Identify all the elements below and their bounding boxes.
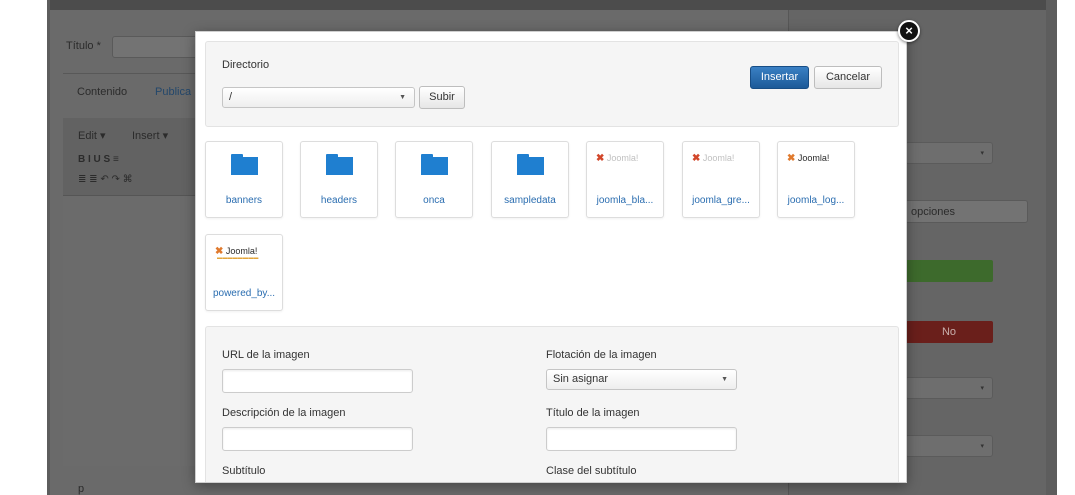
file-name: joomla_gre... bbox=[692, 195, 750, 206]
file-name: banners bbox=[225, 195, 263, 206]
image-tile-joomla-black[interactable]: ✖ Joomla! joomla_bla... bbox=[586, 141, 664, 218]
float-label: Flotación de la imagen bbox=[546, 349, 657, 361]
powered-by-strip: ▬▬▬▬▬▬▬▬ bbox=[217, 255, 259, 261]
background-title-input bbox=[112, 36, 202, 58]
background-list-tools: ≣ ≣ ↶ ↷ ⌘ bbox=[78, 174, 133, 185]
background-caret-icon: ▾ bbox=[980, 150, 984, 157]
file-name: sampledata bbox=[504, 195, 556, 206]
caption-label: Subtítulo bbox=[222, 465, 266, 477]
file-name: onca bbox=[423, 195, 445, 206]
image-tile-joomla-logo[interactable]: ✖ Joomla! joomla_log... bbox=[777, 141, 855, 218]
background-caret-icon: ▾ bbox=[980, 385, 984, 392]
background-title-label: Título * bbox=[66, 40, 101, 52]
close-icon[interactable]: × bbox=[898, 20, 920, 42]
description-label: Descripción de la imagen bbox=[222, 407, 346, 419]
description-input[interactable] bbox=[222, 427, 413, 451]
background-menu-edit: Edit ▾ bbox=[78, 130, 106, 142]
insert-button[interactable]: Insertar bbox=[750, 66, 809, 89]
directory-select-value: / bbox=[229, 91, 233, 103]
directory-select[interactable]: / ▼ bbox=[222, 87, 415, 108]
image-properties-panel: URL de la imagen Flotación de la imagen … bbox=[205, 326, 899, 482]
folder-icon bbox=[231, 154, 258, 175]
image-title-label: Título de la imagen bbox=[546, 407, 640, 419]
directory-label: Directorio bbox=[222, 59, 270, 71]
cancel-button[interactable]: Cancelar bbox=[814, 66, 882, 89]
background-footer-path: p bbox=[78, 483, 85, 495]
directory-panel: Directorio / ▼ Subir Insertar Cancelar bbox=[205, 41, 899, 127]
image-insert-modal: Directorio / ▼ Subir Insertar Cancelar b… bbox=[195, 31, 907, 483]
folder-icon bbox=[326, 154, 353, 175]
folder-icon bbox=[517, 154, 544, 175]
file-name: joomla_log... bbox=[787, 195, 845, 206]
float-select[interactable]: Sin asignar ▼ bbox=[546, 369, 737, 390]
float-select-value: Sin asignar bbox=[553, 373, 609, 385]
background-tab-publishing: Publica bbox=[155, 86, 192, 98]
background-select-3: ▾ bbox=[905, 435, 993, 457]
chevron-down-icon: ▼ bbox=[399, 94, 406, 101]
folder-tile-banners[interactable]: banners bbox=[205, 141, 283, 218]
background-menu-insert: Insert ▾ bbox=[132, 130, 169, 142]
folder-tile-headers[interactable]: headers bbox=[300, 141, 378, 218]
up-button[interactable]: Subir bbox=[419, 86, 465, 109]
file-name: joomla_bla... bbox=[596, 195, 654, 206]
joomla-logo-thumbnail: ✖ Joomla! bbox=[692, 153, 735, 164]
background-divider bbox=[63, 73, 198, 74]
background-yes-toggle bbox=[905, 260, 993, 282]
background-options-text: opciones bbox=[911, 206, 956, 218]
joomla-logo-thumbnail: ✖ Joomla! bbox=[596, 153, 639, 164]
background-caret-icon: ▾ bbox=[980, 443, 984, 450]
caption-class-label: Clase del subtítulo bbox=[546, 465, 637, 477]
folder-tile-onca[interactable]: onca bbox=[395, 141, 473, 218]
background-select-1: ▾ bbox=[905, 142, 993, 164]
background-select-2: ▾ bbox=[905, 377, 993, 399]
url-label: URL de la imagen bbox=[222, 349, 310, 361]
url-input[interactable] bbox=[222, 369, 413, 393]
background-no-toggle: No bbox=[905, 321, 993, 343]
file-name: headers bbox=[320, 195, 358, 206]
background-editor-area bbox=[63, 196, 198, 466]
joomla-logo-thumbnail: ✖ Joomla! bbox=[787, 153, 830, 164]
image-tile-joomla-green[interactable]: ✖ Joomla! joomla_gre... bbox=[682, 141, 760, 218]
image-tile-powered-by[interactable]: ✖ Joomla! ▬▬▬▬▬▬▬▬ powered_by... bbox=[205, 234, 283, 311]
background-tab-content: Contenido bbox=[77, 86, 128, 98]
background-format-tools: B I U S ≡ bbox=[78, 154, 119, 165]
folder-tile-sampledata[interactable]: sampledata bbox=[491, 141, 569, 218]
folder-icon bbox=[421, 154, 448, 175]
image-title-input[interactable] bbox=[546, 427, 737, 451]
file-name: powered_by... bbox=[212, 288, 276, 299]
chevron-down-icon: ▼ bbox=[721, 376, 728, 383]
